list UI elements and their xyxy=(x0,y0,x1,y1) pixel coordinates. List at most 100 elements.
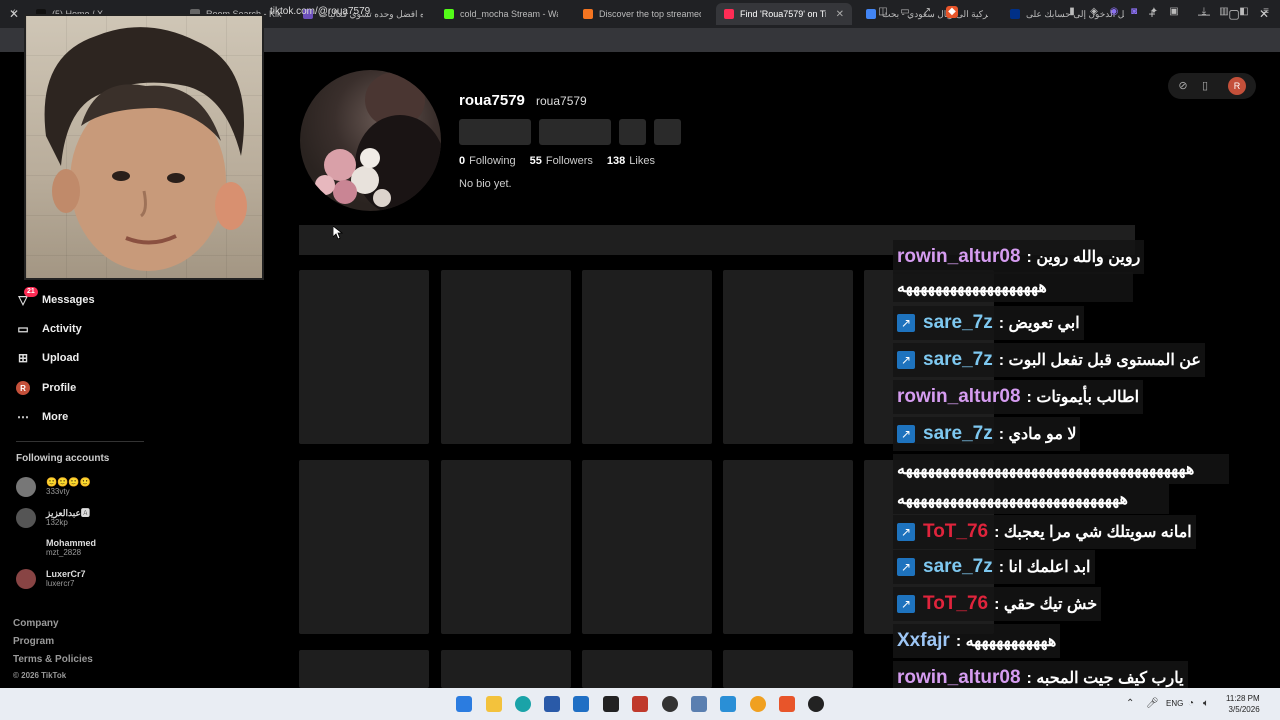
video-tile[interactable] xyxy=(441,270,571,444)
obs-icon[interactable] xyxy=(662,696,678,712)
browser-tab[interactable]: Discover the top streamed mu xyxy=(575,3,709,25)
chat-username[interactable]: sare_7z xyxy=(923,423,993,445)
video-tile[interactable] xyxy=(441,650,571,688)
following-account[interactable]: عبدالعزيز🅰 132kp xyxy=(16,508,90,528)
tab-close-icon[interactable]: ✕ xyxy=(836,9,844,20)
chat-username[interactable]: sare_7z xyxy=(923,556,993,578)
following-account[interactable]: 🙂🙂🙂🙂 333vty xyxy=(16,477,91,497)
chat-message: rowin_altur08 اطالب بأيموتات : xyxy=(893,380,1144,414)
chat-username[interactable]: rowin_altur08 xyxy=(897,667,1021,689)
wallet-icon[interactable]: ▣ xyxy=(1168,6,1180,18)
chat-text: ابد اعلمك انا : xyxy=(998,559,1091,576)
chat-username[interactable]: Xxfajr xyxy=(897,630,950,652)
chat-username[interactable]: ToT_76 xyxy=(923,521,988,543)
user-avatar[interactable]: R xyxy=(1228,77,1246,95)
sidebar-item-label: More xyxy=(42,411,69,423)
edge-icon[interactable] xyxy=(515,696,531,712)
video-tile[interactable] xyxy=(723,460,853,634)
video-tile[interactable] xyxy=(299,650,429,688)
file-explorer-icon[interactable] xyxy=(486,696,502,712)
video-tile[interactable] xyxy=(582,650,712,688)
app-icon[interactable] xyxy=(691,696,707,712)
browser-tab[interactable]: cold_mocha Stream - Watch Li xyxy=(436,3,566,25)
child-face-image xyxy=(44,27,247,271)
video-tile[interactable] xyxy=(723,270,853,444)
share-icon[interactable]: ↗ xyxy=(921,6,933,18)
footer-program[interactable]: Program xyxy=(13,636,54,647)
avatar xyxy=(16,569,36,589)
sidebar-item-upload[interactable]: ⊞ Upload xyxy=(16,351,79,365)
bookmark-icon[interactable]: ▮ xyxy=(1066,6,1078,18)
add-friend-button[interactable] xyxy=(619,119,646,145)
chat-message-continuation: هههههههههههههههههههه xyxy=(893,272,1133,302)
store-icon[interactable] xyxy=(544,696,560,712)
stream-chat-overlay: rowin_altur08 روين والله روين : هههههههههه… xyxy=(893,238,1233,695)
video-tile[interactable] xyxy=(723,650,853,688)
followers-count[interactable]: 55 Followers xyxy=(530,155,593,167)
discord-icon[interactable] xyxy=(750,696,766,712)
discord-icon[interactable]: ◙ xyxy=(1128,6,1140,18)
url-field[interactable]: tiktok.com/@roua7579 xyxy=(270,6,370,17)
puzzle-icon[interactable]: ✦ xyxy=(1148,6,1160,18)
avatar xyxy=(16,508,36,528)
menu-icon[interactable]: ≡ xyxy=(1260,6,1272,18)
mic-icon[interactable]: 🎤︎ xyxy=(1146,698,1159,709)
reader-icon[interactable]: ◫ xyxy=(877,6,889,18)
wifi-icon[interactable]: ◔ xyxy=(1188,698,1194,709)
following-account[interactable]: Mohammed mzt_2828 xyxy=(16,538,96,558)
following-account[interactable]: LuxerCr7 luxercr7 xyxy=(16,569,86,589)
browser-tab[interactable]: Find 'Roua7579' on TikTok ✕ xyxy=(716,3,852,25)
follow-button[interactable] xyxy=(459,119,531,145)
footer-company[interactable]: Company xyxy=(13,618,59,629)
kick-badge-icon: ↗ xyxy=(897,314,915,332)
language-indicator[interactable]: ENG xyxy=(1166,699,1183,708)
video-tile[interactable] xyxy=(582,460,712,634)
sidebar-item-more[interactable]: ⋯ More xyxy=(16,410,68,424)
chat-username[interactable]: sare_7z xyxy=(923,312,993,334)
tab-label: Find 'Roua7579' on TikTok xyxy=(740,9,826,19)
profile-nickname: roua7579 xyxy=(536,94,587,108)
compass-icon[interactable]: ⊘ xyxy=(1176,79,1190,93)
back-arrow-icon[interactable]: ‹ xyxy=(8,6,20,18)
video-tile[interactable] xyxy=(441,460,571,634)
sidebar-item-messages[interactable]: ▽ 21 Messages xyxy=(16,287,95,307)
chat-username[interactable]: sare_7z xyxy=(923,349,993,371)
tab-favicon-icon xyxy=(1010,9,1020,19)
kick-badge-icon: ↗ xyxy=(897,425,915,443)
account-handle: 132kp xyxy=(46,518,68,527)
following-count[interactable]: 0 Following xyxy=(459,155,516,167)
app-dark-icon[interactable] xyxy=(808,696,824,712)
chat-username[interactable]: rowin_altur08 xyxy=(897,386,1021,408)
chat-username[interactable]: ToT_76 xyxy=(923,593,988,615)
phone-icon[interactable]: ▯ xyxy=(1198,79,1212,93)
video-tile[interactable] xyxy=(299,460,429,634)
extension-icon[interactable]: ◉ xyxy=(1108,6,1120,18)
kick-badge-icon: ↗ xyxy=(897,558,915,576)
vscode-icon[interactable] xyxy=(720,696,736,712)
cast-icon[interactable]: ▭ xyxy=(899,6,911,18)
windows-start-icon[interactable] xyxy=(456,696,472,712)
message-button[interactable] xyxy=(539,119,611,145)
chat-username[interactable]: rowin_altur08 xyxy=(897,246,1021,268)
outlook-icon[interactable] xyxy=(573,696,589,712)
vpn-icon[interactable]: ◈ xyxy=(1088,6,1100,18)
sidebar-item-label: Upload xyxy=(42,352,80,364)
download-icon[interactable]: ⤓ xyxy=(1198,6,1210,18)
more-options-button[interactable] xyxy=(654,119,681,145)
video-tile[interactable] xyxy=(299,270,429,444)
chat-text: عن المستوى قبل تفعل البوت : xyxy=(998,352,1201,369)
chevron-up-icon[interactable]: ⌃ xyxy=(1126,698,1134,709)
volume-icon[interactable]: 🔈︎ xyxy=(1203,698,1209,709)
app-red-icon[interactable] xyxy=(632,696,648,712)
brave-shield-icon[interactable]: ◆ xyxy=(946,6,958,18)
sidepanel-icon[interactable]: ◧ xyxy=(1238,6,1250,18)
sidebar-icon[interactable]: ▥ xyxy=(1218,6,1230,18)
video-tile[interactable] xyxy=(582,270,712,444)
kick-badge-icon: ↗ xyxy=(897,351,915,369)
system-clock[interactable]: 11:28 PM 3/5/2026 xyxy=(1226,693,1260,715)
brave-icon[interactable] xyxy=(779,696,795,712)
sidebar-item-activity[interactable]: ▭ Activity xyxy=(16,322,81,336)
terminal-icon[interactable] xyxy=(603,696,619,712)
footer-terms[interactable]: Terms & Policies xyxy=(13,654,93,665)
sidebar-item-profile[interactable]: R Profile xyxy=(16,381,76,395)
